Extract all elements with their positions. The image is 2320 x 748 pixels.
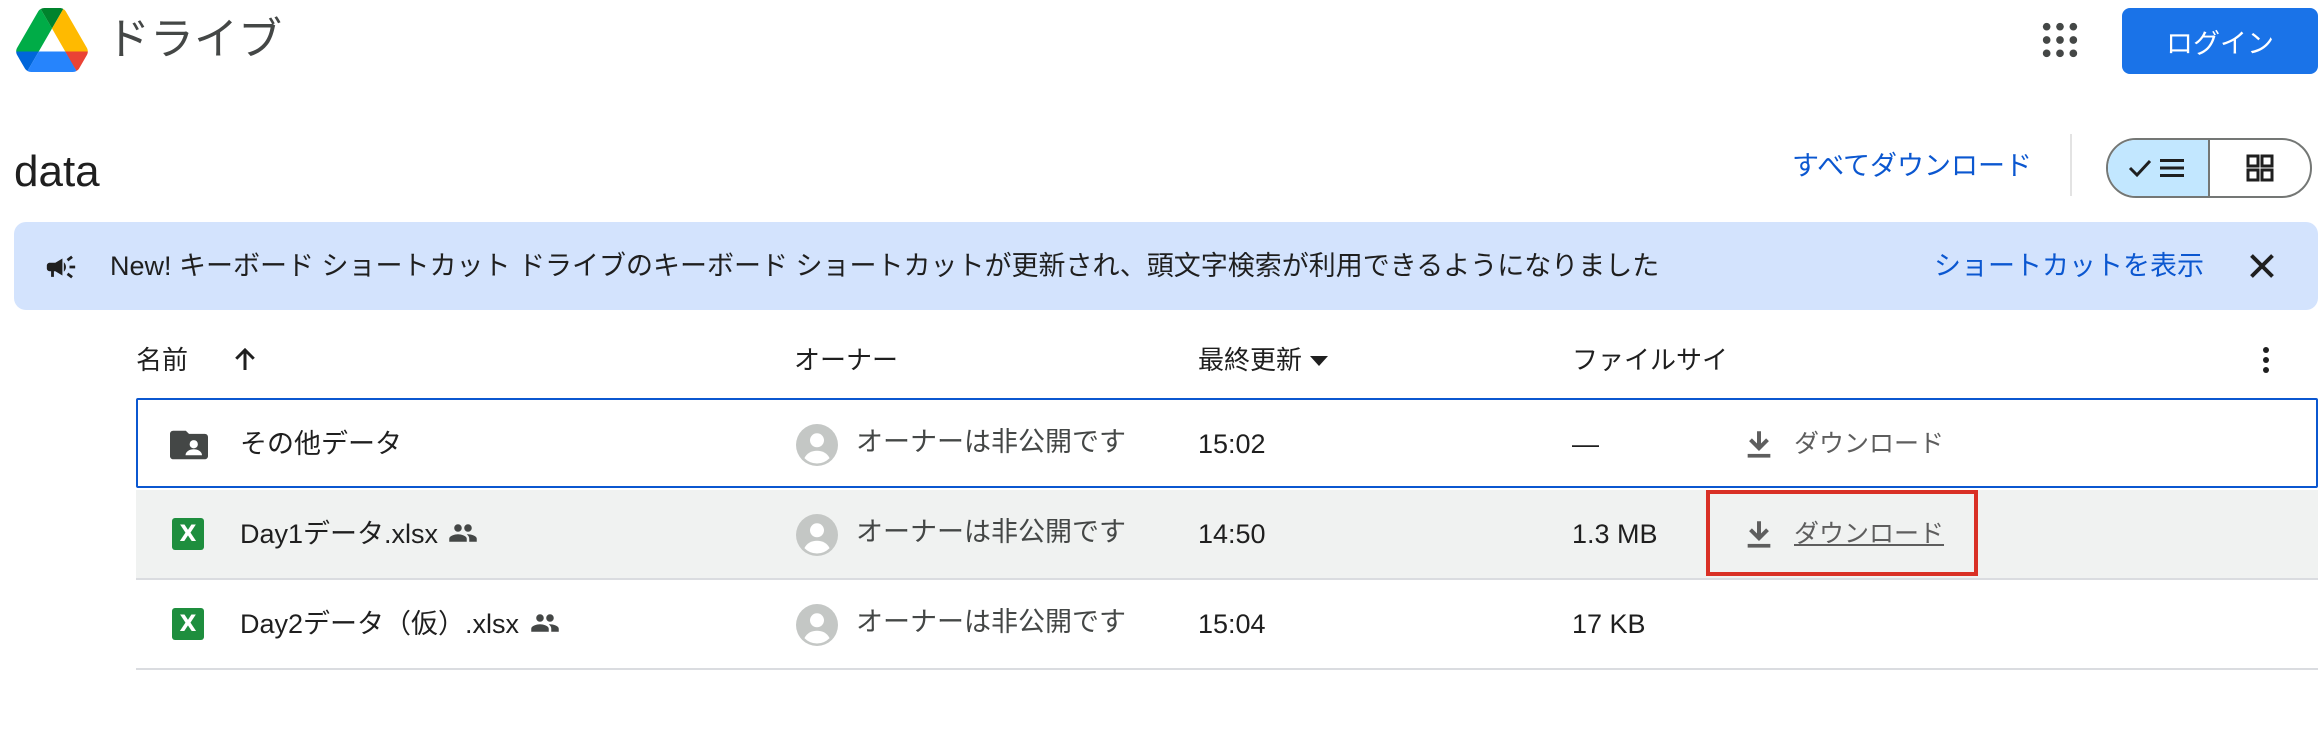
shared-people-icon	[531, 614, 559, 632]
grid-icon	[2246, 154, 2274, 182]
column-header-name[interactable]: 名前	[136, 340, 188, 380]
grid-view-button[interactable]	[2210, 140, 2310, 196]
divider	[2070, 134, 2072, 196]
column-header-owner[interactable]: オーナー	[794, 340, 898, 380]
banner-new-label: New!	[110, 251, 172, 281]
download-link[interactable]: ダウンロード	[1794, 424, 1944, 464]
avatar-icon	[796, 514, 838, 556]
check-list-icon	[2128, 159, 2184, 178]
show-shortcuts-link[interactable]: ショートカットを表示	[1934, 246, 2204, 286]
owner-text: オーナーは非公開です	[856, 607, 1126, 637]
file-size: 17 KB	[1572, 609, 1646, 639]
owner-text: オーナーは非公開です	[856, 427, 1126, 457]
login-button[interactable]: ログイン	[2122, 8, 2318, 74]
megaphone-icon	[46, 255, 76, 279]
sort-dropdown-icon[interactable]	[1310, 356, 1328, 366]
apps-grid-icon[interactable]	[2040, 20, 2080, 60]
avatar-icon	[796, 604, 838, 646]
excel-file-icon: X	[172, 608, 204, 640]
file-name[interactable]: Day1データ.xlsx	[240, 514, 438, 554]
excel-file-icon: X	[172, 518, 204, 550]
sort-ascending-icon[interactable]	[230, 344, 260, 376]
file-size: —	[1572, 429, 1599, 459]
close-icon[interactable]	[2244, 248, 2280, 284]
shared-people-icon	[449, 524, 477, 542]
highlight-box	[1706, 490, 1978, 576]
brand-title: ドライブ	[106, 15, 282, 64]
file-name[interactable]: Day2データ（仮）.xlsx	[240, 604, 519, 644]
view-toggle	[2106, 138, 2312, 198]
owner-text: オーナーは非公開です	[856, 517, 1126, 547]
download-icon[interactable]	[1742, 426, 1776, 462]
file-name[interactable]: その他データ	[240, 424, 402, 464]
list-view-button[interactable]	[2108, 140, 2210, 196]
shared-folder-icon	[170, 430, 208, 460]
modified-time: 15:02	[1198, 429, 1266, 459]
file-size: 1.3 MB	[1572, 519, 1658, 549]
download-all-link[interactable]: すべてダウンロード	[1792, 146, 2032, 186]
column-header-modified[interactable]: 最終更新	[1198, 340, 1302, 380]
banner-message: New! キーボード ショートカット ドライブのキーボード ショートカットが更新…	[110, 246, 1659, 286]
modified-time: 14:50	[1198, 519, 1266, 549]
more-options-icon[interactable]	[2254, 344, 2278, 376]
banner-text: キーボード ショートカット ドライブのキーボード ショートカットが更新され、頭文…	[171, 251, 1660, 281]
avatar-icon	[796, 424, 838, 466]
google-drive-logo	[16, 8, 88, 72]
page-title: data	[14, 147, 100, 196]
modified-time: 15:04	[1198, 609, 1266, 639]
column-header-size[interactable]: ファイルサイ	[1572, 340, 1728, 380]
